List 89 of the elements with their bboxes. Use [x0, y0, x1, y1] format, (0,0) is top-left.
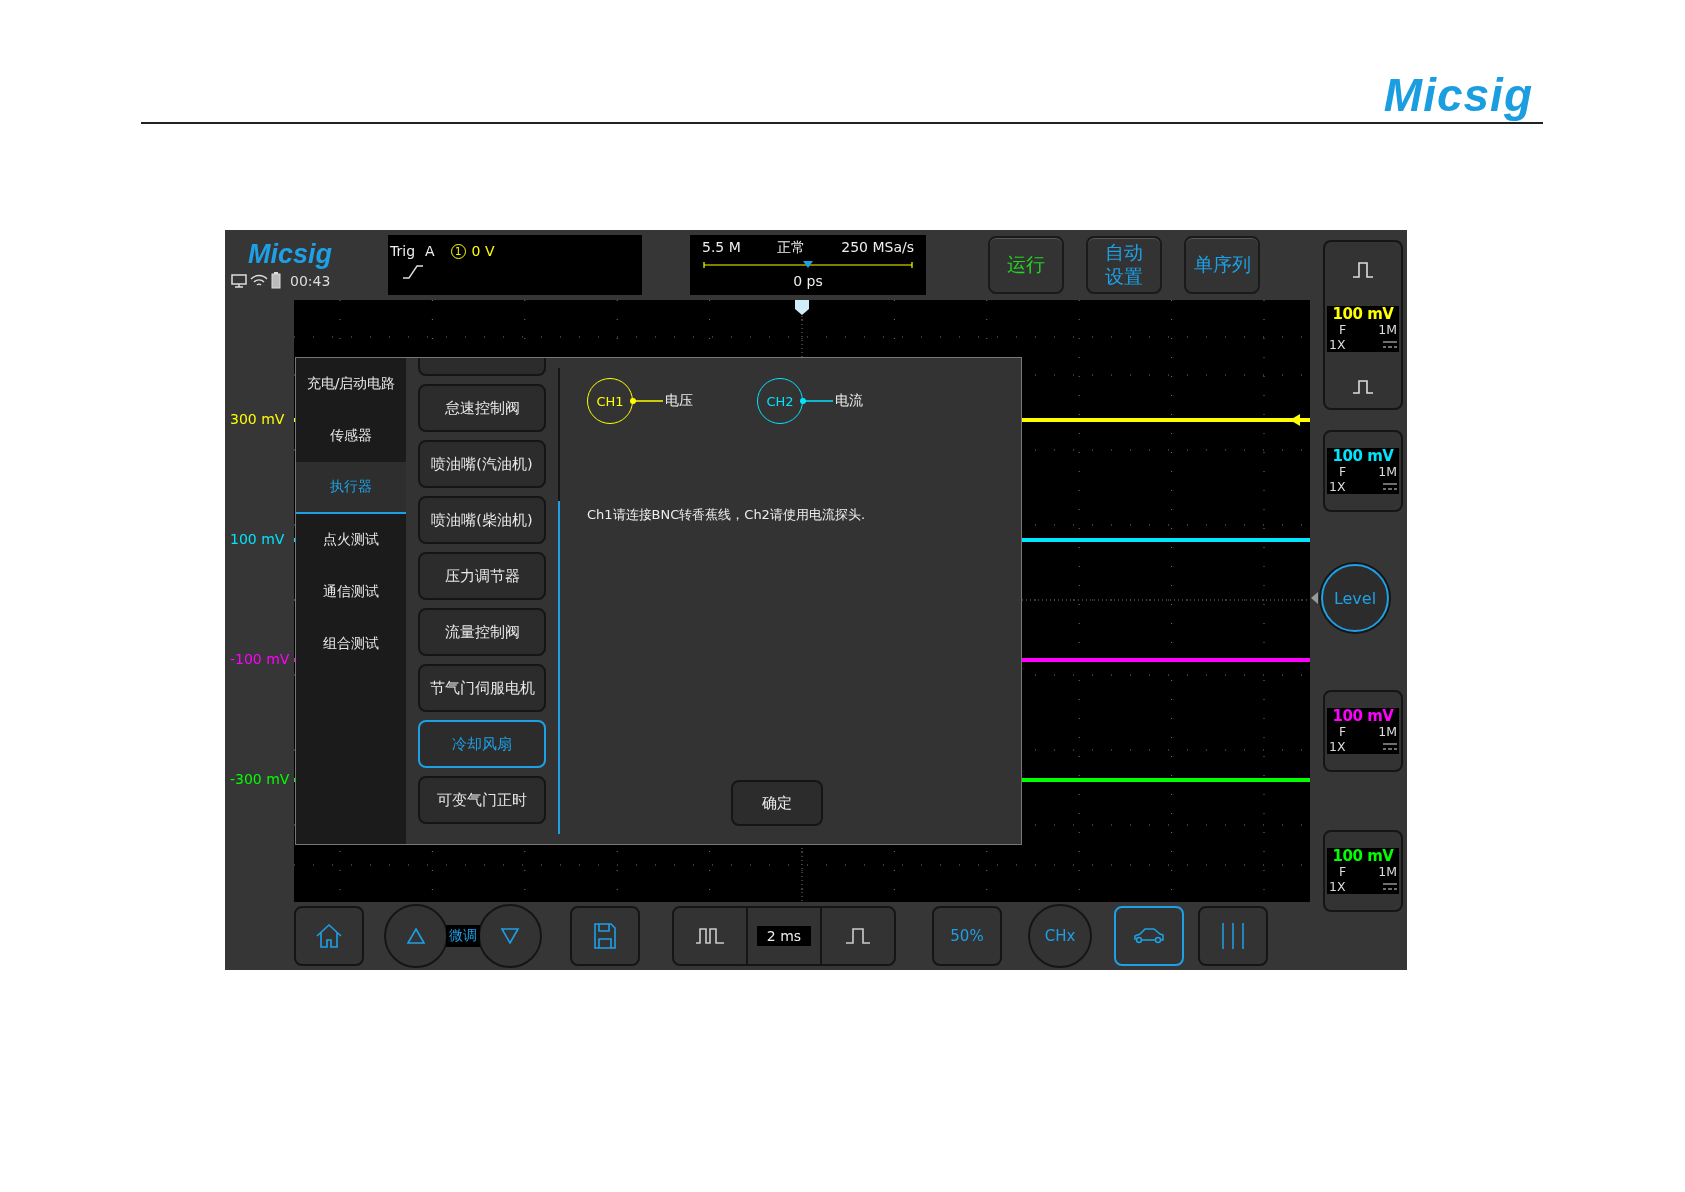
- category-tab[interactable]: 传感器: [296, 410, 406, 462]
- trigger-label: Trig: [390, 243, 416, 259]
- dc-icon: [1383, 483, 1397, 491]
- channel-card[interactable]: 100 mV F 1M 1X: [1323, 830, 1403, 912]
- vehicle-button[interactable]: [1114, 906, 1184, 966]
- instruction-text: Ch1请连接BNC转香蕉线，Ch2请使用电流探头.: [587, 506, 867, 524]
- level-knob[interactable]: Level: [1321, 564, 1389, 632]
- save-icon: [593, 922, 617, 950]
- save-button[interactable]: [570, 906, 640, 966]
- channel-card[interactable]: 100 mV F 1M 1X: [1323, 690, 1403, 772]
- pulse-icon: [695, 927, 725, 945]
- rising-edge-icon: [402, 265, 424, 279]
- volts-per-div: 100 mV: [1331, 848, 1395, 866]
- top-button[interactable]: 自动设置: [1086, 236, 1162, 294]
- test-item-button[interactable]: 喷油嘴(柴油机): [418, 496, 546, 544]
- brand-logo: Micsig: [248, 241, 333, 268]
- coupling-label: F: [1339, 865, 1347, 880]
- dc-icon: [1383, 883, 1397, 891]
- timebase-value: 2 ms: [756, 926, 812, 946]
- impedance-label: 1M: [1378, 465, 1397, 480]
- home-button[interactable]: [294, 906, 364, 966]
- confirm-button[interactable]: 确定: [731, 780, 823, 826]
- top-button[interactable]: 运行: [988, 236, 1064, 294]
- clock-text: 00:43: [290, 272, 331, 289]
- axis-label: 300 mV: [230, 411, 285, 427]
- coupling-label: F: [1339, 725, 1347, 740]
- dc-icon: [1383, 341, 1397, 349]
- car-icon: [1133, 927, 1165, 945]
- pulse-icon: [1352, 380, 1374, 394]
- scrollbar[interactable]: [558, 501, 560, 834]
- wifi-icon: [250, 273, 268, 288]
- coupling-label: F: [1339, 323, 1347, 338]
- bars-icon: [1220, 922, 1246, 950]
- test-item-button[interactable]: 怠速控制阀: [418, 384, 546, 432]
- category-tab[interactable]: 点火测试: [296, 514, 406, 566]
- probe-ratio: 1X: [1329, 337, 1346, 352]
- home-icon: [315, 923, 343, 949]
- up-arrow-icon: [406, 927, 426, 945]
- coupling-label: F: [1339, 465, 1347, 480]
- impedance-label: 1M: [1378, 865, 1397, 880]
- category-tab[interactable]: 执行器: [296, 462, 406, 514]
- sample-rate: 250 MSa/s: [841, 239, 914, 257]
- axis-label: -300 mV: [230, 771, 290, 787]
- pointer-icon: [1311, 592, 1318, 604]
- pulse-icon: [845, 927, 871, 945]
- leader-line: [799, 397, 833, 405]
- category-tab[interactable]: 组合测试: [296, 618, 406, 670]
- channel-button[interactable]: CHx: [1028, 904, 1092, 968]
- impedance-label: 1M: [1378, 323, 1397, 338]
- leader-line: [629, 397, 663, 405]
- volts-per-div: 100 mV: [1331, 306, 1395, 324]
- top-button[interactable]: 单序列: [1184, 236, 1260, 294]
- trigger-marker-icon: [1290, 414, 1300, 426]
- probe-ratio: 1X: [1329, 479, 1346, 494]
- time-offset: 0 ps: [793, 273, 823, 289]
- acquisition-mode: 正常: [777, 239, 806, 257]
- trigger-level: 0 V: [471, 243, 495, 259]
- volts-per-div: 100 mV: [1331, 448, 1395, 466]
- volts-per-div: 100 mV: [1331, 708, 1395, 726]
- category-tab[interactable]: 通信测试: [296, 566, 406, 618]
- impedance-label: 1M: [1378, 725, 1397, 740]
- signal-label: 电流: [835, 392, 863, 410]
- channel-card[interactable]: 100 mV F 1M 1X: [1323, 430, 1403, 512]
- fifty-percent-button[interactable]: 50%: [932, 906, 1002, 966]
- test-item-button[interactable]: 可变气门正时: [418, 776, 546, 824]
- fine-tune-label: 微调: [446, 925, 480, 947]
- test-item-button[interactable]: 冷却风扇: [418, 720, 546, 768]
- axis-label: -100 mV: [230, 651, 290, 667]
- probe-ratio: 1X: [1329, 739, 1346, 754]
- trigger-panel[interactable]: Trig A 1 0 V: [388, 235, 642, 295]
- down-arrow-icon: [500, 927, 520, 945]
- test-item-button[interactable]: 喷油嘴(汽油机): [418, 440, 546, 488]
- trigger-source: A: [425, 243, 435, 259]
- menu-button[interactable]: [1198, 906, 1268, 966]
- test-item-button[interactable]: 节气门伺服电机: [418, 664, 546, 712]
- test-item-button[interactable]: 压力调节器: [418, 552, 546, 600]
- acquisition-panel[interactable]: 5.5 M 正常 250 MSa/s 0 ps: [690, 235, 926, 295]
- monitor-icon: [231, 273, 247, 288]
- test-item-button[interactable]: 流量控制阀: [418, 608, 546, 656]
- memory-depth: 5.5 M: [702, 239, 741, 257]
- probe-ratio: 1X: [1329, 879, 1346, 894]
- battery-icon: [271, 272, 281, 289]
- channel-card[interactable]: 100 mV F 1M 1X: [1323, 240, 1403, 410]
- dc-icon: [1383, 743, 1397, 751]
- axis-label: 100 mV: [230, 531, 285, 547]
- time-marker-icon: [795, 300, 809, 315]
- category-tab[interactable]: 充电/启动电路: [296, 358, 406, 410]
- pulse-icon: [1352, 262, 1374, 278]
- signal-label: 电压: [665, 392, 693, 410]
